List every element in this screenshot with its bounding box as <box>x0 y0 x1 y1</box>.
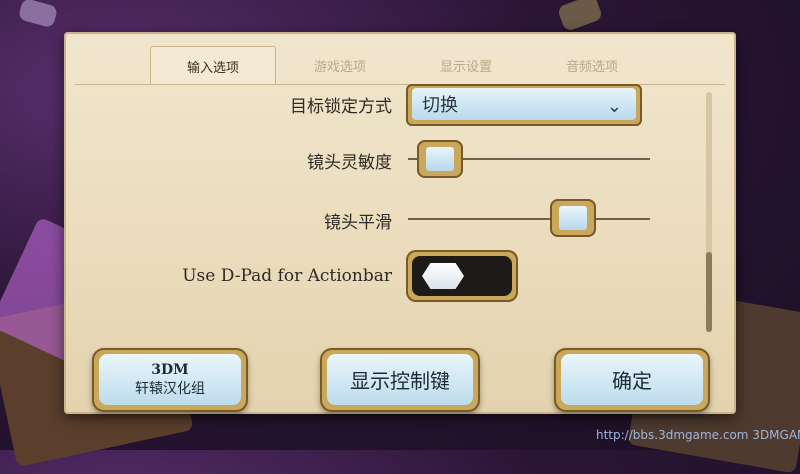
dpad-actionbar-toggle[interactable] <box>406 250 518 302</box>
toggle-knob <box>422 263 464 289</box>
tab-input[interactable]: 输入选项 <box>150 46 276 85</box>
target-lock-dropdown[interactable]: 切换 ⌄ <box>406 84 642 126</box>
background-rock <box>556 0 604 33</box>
target-lock-value: 切换 <box>422 95 458 116</box>
site-watermark: http://bbs.3dmgame.com 3DMGAME <box>596 428 800 442</box>
show-controls-label: 显示控制键 <box>350 369 450 393</box>
background-rock <box>17 0 59 29</box>
settings-tabs: 输入选项 游戏选项 显示设置 音频选项 <box>150 46 658 85</box>
chevron-down-icon: ⌄ <box>606 96 622 117</box>
credits-line2: 轩辕汉化组 <box>135 380 205 397</box>
camera-sensitivity-slider[interactable] <box>417 140 464 178</box>
dpad-actionbar-label: Use D-Pad for Actionbar <box>182 266 392 286</box>
camera-smoothing-slider[interactable] <box>550 199 597 237</box>
camera-sensitivity-label: 镜头灵敏度 <box>307 153 392 173</box>
tab-display[interactable]: 显示设置 <box>404 46 528 84</box>
credits-line1: 3DM <box>151 361 189 378</box>
scrollbar[interactable] <box>706 92 712 332</box>
confirm-button[interactable]: 确定 <box>554 348 710 412</box>
scrollbar-thumb[interactable] <box>706 252 712 332</box>
tab-audio[interactable]: 音频选项 <box>530 46 654 84</box>
confirm-label: 确定 <box>612 369 652 393</box>
target-lock-label: 目标锁定方式 <box>290 97 392 117</box>
camera-smoothing-track[interactable] <box>408 218 650 220</box>
show-controls-button[interactable]: 显示控制键 <box>320 348 480 412</box>
tab-game[interactable]: 游戏选项 <box>278 46 402 84</box>
credits-button[interactable]: 3DM 轩辕汉化组 <box>92 348 248 412</box>
camera-smoothing-label: 镜头平滑 <box>324 213 392 233</box>
